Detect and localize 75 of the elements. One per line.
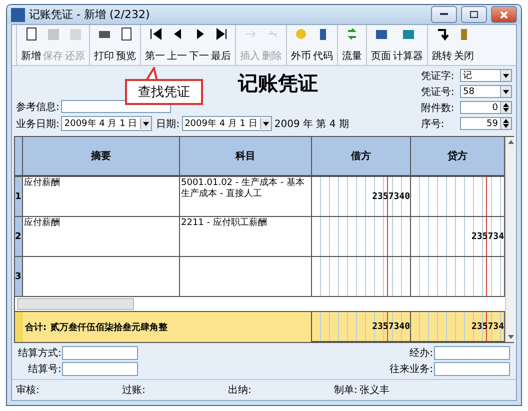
total-label: 合计: bbox=[25, 321, 47, 334]
coin-icon bbox=[294, 27, 308, 41]
toolbar-button[interactable]: 页面 bbox=[370, 25, 392, 65]
status-label: 过账: bbox=[122, 384, 146, 397]
dropdown-arrow-icon bbox=[503, 90, 509, 94]
input-field[interactable] bbox=[62, 346, 138, 360]
period-text: 2009 年 第 4 期 bbox=[274, 118, 349, 130]
status-label: 出纳: bbox=[228, 384, 252, 397]
field-label: 结算号: bbox=[28, 362, 62, 376]
toolbar-button[interactable]: 新增 bbox=[20, 25, 42, 65]
scroll-down-icon[interactable] bbox=[508, 335, 514, 339]
toolbar-button[interactable]: 流量 bbox=[341, 25, 363, 65]
toolbar-button[interactable]: 第一 bbox=[144, 25, 166, 65]
dropdown-field[interactable]: 记 bbox=[460, 69, 512, 82]
toolbar-button[interactable]: 计算器 bbox=[392, 25, 424, 65]
dropdown-arrow-icon bbox=[143, 122, 150, 126]
column-header: 借方 bbox=[312, 137, 411, 177]
field-label: 凭证字: bbox=[420, 70, 454, 82]
field-label: 业务日期: bbox=[16, 118, 60, 130]
field-label: 序号: bbox=[420, 118, 444, 130]
toolbar-button[interactable]: 上一 bbox=[166, 25, 188, 65]
field-label: 日期: bbox=[156, 118, 180, 130]
app-icon bbox=[11, 8, 25, 22]
field-label: 凭证号: bbox=[420, 86, 454, 98]
dropdown-arrow-icon bbox=[503, 74, 509, 78]
table-cell: 应付薪酬 bbox=[23, 217, 180, 257]
spinner-arrows-icon bbox=[503, 119, 509, 128]
toolbar-button[interactable]: 预览 bbox=[115, 25, 137, 65]
input-field[interactable] bbox=[62, 362, 138, 376]
column-header: 摘要 bbox=[23, 137, 180, 177]
first-icon bbox=[148, 27, 162, 41]
toolbar-button[interactable]: 代码 bbox=[312, 25, 334, 65]
column-header: 贷方 bbox=[411, 137, 505, 177]
row-number: 2 bbox=[15, 217, 23, 257]
vertical-scrollbar[interactable] bbox=[505, 137, 516, 342]
input-field[interactable] bbox=[434, 346, 510, 360]
toolbar-button[interactable]: 关闭 bbox=[453, 25, 475, 65]
toolbar-button[interactable]: 打印 bbox=[93, 25, 115, 65]
table-cell: 应付薪酬 bbox=[23, 177, 180, 217]
close-button[interactable] bbox=[491, 6, 517, 23]
window-title: 记账凭证 - 新增 (2/232) bbox=[29, 7, 151, 22]
field-label: 结算方式: bbox=[18, 346, 62, 360]
spinner-field[interactable]: 0 bbox=[460, 101, 512, 114]
field-label: 参考信息: bbox=[16, 100, 60, 114]
toolbar-button[interactable]: 最后 bbox=[210, 25, 232, 65]
field-label: 附件数: bbox=[420, 102, 454, 114]
column-header: 科目 bbox=[180, 137, 312, 177]
toolbar-button[interactable]: 跳转 bbox=[431, 25, 453, 65]
input-field[interactable] bbox=[434, 362, 510, 376]
minimize-button[interactable] bbox=[431, 6, 457, 23]
last-icon bbox=[214, 27, 228, 41]
spinner-field[interactable]: 59 bbox=[460, 117, 512, 130]
scroll-up-icon[interactable] bbox=[508, 140, 514, 144]
minimize-icon bbox=[440, 13, 448, 16]
horizontal-scrollbar[interactable] bbox=[15, 297, 505, 312]
field-label: 往来业务: bbox=[390, 362, 433, 376]
dropdown-arrow-icon bbox=[263, 122, 270, 126]
toolbar-button[interactable]: 下一 bbox=[188, 25, 210, 65]
field-label: 经办: bbox=[410, 346, 433, 360]
maximize-icon bbox=[470, 11, 478, 18]
status-value: 张义丰 bbox=[359, 384, 390, 397]
spinner-arrows-icon bbox=[503, 103, 509, 112]
close-icon bbox=[500, 10, 508, 18]
status-label: 审核: bbox=[16, 384, 40, 397]
amount-in-words: 贰万叁仟伍佰柒拾叁元肆角整 bbox=[50, 321, 168, 334]
dropdown-field[interactable]: 58 bbox=[460, 85, 512, 98]
maximize-button[interactable] bbox=[461, 6, 487, 23]
row-number: 3 bbox=[15, 257, 23, 297]
date-dropdown[interactable]: 2009年 4 月 1 日 bbox=[61, 116, 152, 131]
row-number: 1 bbox=[15, 177, 23, 217]
status-label: 制单: bbox=[334, 384, 358, 397]
scrollbar-thumb[interactable] bbox=[17, 298, 134, 310]
toolbar-button[interactable]: 外币 bbox=[290, 25, 312, 65]
voucher-title: 记账凭证 bbox=[238, 70, 318, 97]
date-dropdown[interactable]: 2009年 4 月 1 日 bbox=[182, 116, 272, 131]
